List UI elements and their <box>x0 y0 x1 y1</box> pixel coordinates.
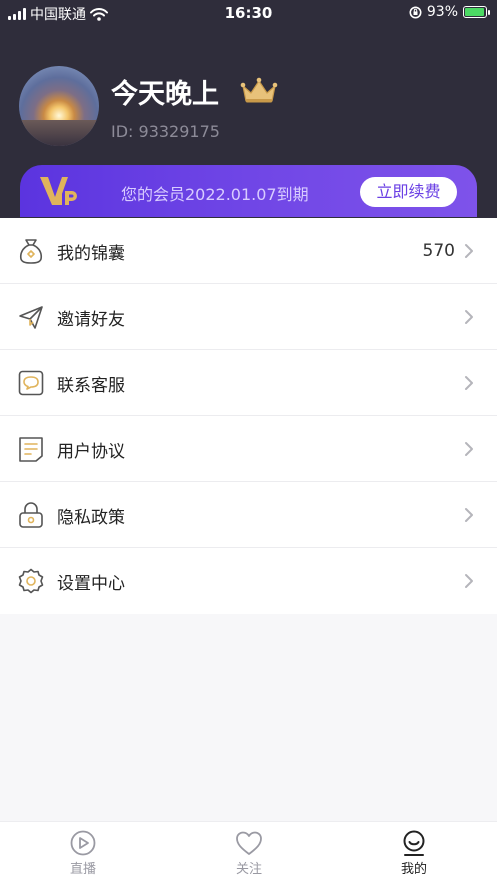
pouch-icon <box>19 239 43 264</box>
menu-list: 我的锦囊 570 邀请好友 联系客服 用户协议 隐私政策 设置中心 <box>0 218 497 614</box>
tab-label: 关注 <box>235 862 262 877</box>
menu-item-label: 设置中心 <box>57 574 125 594</box>
menu-item-label: 联系客服 <box>57 376 125 396</box>
avatar[interactable] <box>19 66 99 146</box>
document-icon <box>19 437 43 462</box>
tab-live[interactable]: 直播 <box>0 822 166 883</box>
chevron-right-icon <box>465 310 473 324</box>
tab-follow[interactable]: 关注 <box>166 822 332 883</box>
menu-item-label: 用户协议 <box>57 442 125 462</box>
pouch-count: 570 <box>422 241 455 261</box>
menu-item-settings[interactable]: 设置中心 <box>0 548 497 614</box>
chevron-right-icon <box>465 574 473 588</box>
menu-item-contact-support[interactable]: 联系客服 <box>0 350 497 416</box>
status-right: 93% <box>409 4 490 20</box>
chevron-right-icon <box>465 508 473 522</box>
heart-icon <box>236 831 262 855</box>
vip-logo-icon <box>40 177 77 205</box>
menu-item-privacy-policy[interactable]: 隐私政策 <box>0 482 497 548</box>
menu-item-invite-friends[interactable]: 邀请好友 <box>0 284 497 350</box>
profile-header: 中国联通 16:30 93% 今天晚上 ID: 93329175 您的会员202… <box>0 0 497 230</box>
chat-bubble-icon <box>18 370 44 396</box>
renew-button[interactable]: 立即续费 <box>360 177 457 207</box>
battery-fill <box>465 8 484 16</box>
lock-icon <box>19 502 43 528</box>
menu-item-pouch[interactable]: 我的锦囊 570 <box>0 218 497 284</box>
username: 今天晚上 <box>111 79 219 110</box>
battery-percent: 93% <box>426 4 458 20</box>
chevron-right-icon <box>465 376 473 390</box>
battery-icon <box>463 6 490 18</box>
tab-label: 我的 <box>400 862 427 877</box>
status-bar: 中国联通 16:30 93% <box>0 0 497 28</box>
menu-item-label: 我的锦囊 <box>57 244 125 264</box>
tab-bar: 直播 关注 我的 <box>0 821 497 883</box>
crown-icon <box>240 77 278 103</box>
play-icon <box>70 830 96 856</box>
menu-item-label: 隐私政策 <box>57 508 125 528</box>
chevron-right-icon <box>465 244 473 258</box>
paper-plane-icon <box>19 306 43 329</box>
menu-item-label: 邀请好友 <box>57 310 125 330</box>
orientation-lock-icon <box>409 6 422 18</box>
user-id: ID: 93329175 <box>111 122 220 141</box>
tab-mine[interactable]: 我的 <box>331 822 497 883</box>
vip-card[interactable]: 您的会员2022.01.07到期 立即续费 <box>20 165 477 217</box>
gear-icon <box>18 568 44 594</box>
tab-label: 直播 <box>69 862 96 877</box>
profile-face-icon <box>403 830 425 856</box>
chevron-right-icon <box>465 442 473 456</box>
vip-expiry-text: 您的会员2022.01.07到期 <box>121 185 309 204</box>
menu-item-user-agreement[interactable]: 用户协议 <box>0 416 497 482</box>
